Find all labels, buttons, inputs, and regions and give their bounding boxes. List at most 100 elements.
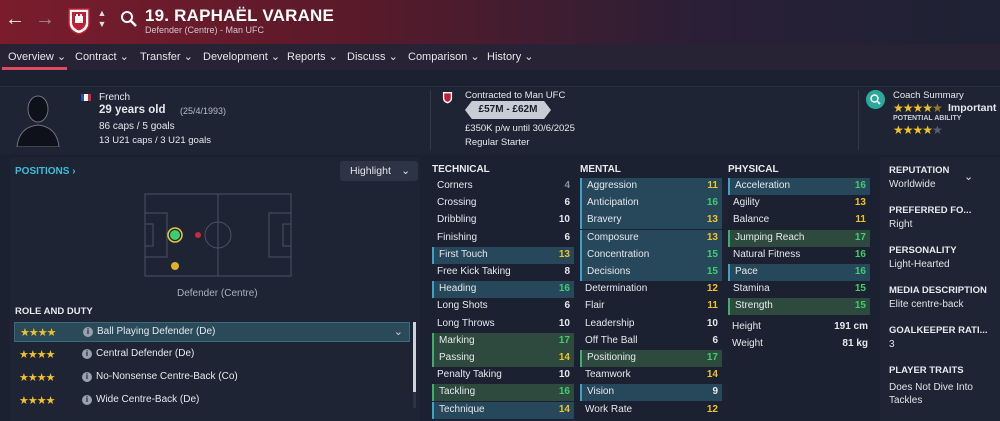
attribute-row-off-the-ball[interactable]: Off The Ball 6 [580, 333, 722, 350]
attribute-row-flair[interactable]: Flair 11 [580, 298, 722, 315]
highlight-dropdown[interactable]: Highlight ⌄ [340, 161, 418, 181]
attribute-name: Off The Ball [585, 334, 638, 346]
search-icon[interactable] [120, 10, 138, 28]
attribute-name: Dribbling [437, 214, 477, 226]
tab-discuss[interactable]: Discuss ⌄ [347, 50, 398, 63]
tab-history[interactable]: History ⌄ [487, 50, 534, 63]
roles-scrollbar-thumb[interactable] [413, 322, 416, 392]
attribute-row-finishing[interactable]: Finishing 6 [432, 230, 574, 247]
header-divider [858, 90, 859, 150]
weight-value: 81 kg [842, 338, 868, 349]
attribute-name: Balance [733, 214, 770, 226]
tab-overview[interactable]: Overview ⌄ [8, 50, 66, 63]
attribute-name: Tackling [439, 386, 476, 398]
transfer-value-badge[interactable]: £57M - £62M [465, 101, 551, 119]
attribute-row-balance[interactable]: Balance 11 [728, 212, 870, 229]
secondary-position-marker [171, 262, 179, 270]
attribute-name: Marking [439, 334, 475, 346]
nationality: French [99, 92, 131, 103]
attribute-row-dribbling[interactable]: Dribbling 10 [432, 212, 574, 229]
attribute-name: Penalty Taking [437, 369, 502, 381]
role-row[interactable]: ★★★★ i Central Defender (De) [14, 345, 410, 365]
attribute-value: 15 [706, 248, 718, 260]
role-and-duty-title: ROLE AND DUTY [15, 306, 93, 317]
player-traits-value: Does Not Dive Into Tackles [889, 382, 973, 406]
personality-label: PERSONALITY [889, 245, 957, 256]
attribute-row-strength[interactable]: Strength 15 [728, 298, 870, 316]
attribute-row-determination[interactable]: Determination 12 [580, 281, 722, 298]
role-row-selected[interactable]: ★★★★ i Ball Playing Defender (De) ⌄ [14, 322, 410, 342]
info-icon[interactable]: i [82, 395, 92, 405]
attribute-value: 16 [854, 266, 866, 277]
coach-summary-label: Coach Summary [893, 90, 964, 101]
tab-reports[interactable]: Reports ⌄ [287, 50, 338, 63]
goalkeeper-rating-label: GOALKEEPER RATI... [889, 325, 988, 336]
attribute-row-agility[interactable]: Agility 13 [728, 195, 870, 212]
info-icon[interactable]: i [82, 372, 92, 382]
date-of-birth: (25/4/1993) [180, 106, 227, 116]
role-row[interactable]: ★★★★ i No-Nonsense Centre-Back (Co) [14, 368, 410, 388]
attribute-row-first-touch[interactable]: First Touch 13 [432, 246, 574, 264]
back-arrow-icon[interactable]: ← [5, 9, 25, 29]
attribute-row-passing[interactable]: Passing 14 [432, 350, 574, 367]
attribute-name: Concentration [587, 248, 650, 260]
attribute-row-bravery[interactable]: Bravery 13 [580, 212, 722, 230]
attribute-row-leadership[interactable]: Leadership 10 [580, 316, 722, 333]
attribute-row-pace[interactable]: Pace 16 [728, 264, 870, 281]
attribute-name: Passing [439, 352, 475, 363]
attribute-value: 15 [854, 283, 866, 295]
coach-search-icon[interactable] [866, 90, 885, 109]
attribute-row-teamwork[interactable]: Teamwork 14 [580, 367, 722, 384]
attribute-row-acceleration[interactable]: Acceleration 16 [728, 178, 870, 195]
attribute-row-composure[interactable]: Composure 13 [580, 229, 722, 247]
info-icon[interactable]: i [83, 327, 93, 337]
attribute-row-aggression[interactable]: Aggression 11 [580, 178, 722, 195]
attribute-row-anticipation[interactable]: Anticipation 16 [580, 195, 722, 213]
attribute-row-corners[interactable]: Corners 4 [432, 178, 574, 195]
attribute-row-technique[interactable]: Technique 14 [432, 401, 574, 419]
attribute-value: 13 [706, 214, 718, 226]
attribute-value: 10 [558, 369, 570, 381]
attribute-row-free-kick-taking[interactable]: Free Kick Taking 8 [432, 264, 574, 281]
coach-summary-text: Important p [948, 102, 1000, 114]
attribute-row-crossing[interactable]: Crossing 6 [432, 195, 574, 212]
attribute-row-decisions[interactable]: Decisions 15 [580, 264, 722, 281]
player-switch-icon[interactable]: ▲ ▼ [96, 8, 108, 30]
info-icon[interactable]: i [82, 349, 92, 359]
current-position-marker [195, 232, 201, 238]
tab-transfer[interactable]: Transfer ⌄ [140, 50, 193, 63]
attribute-row-positioning[interactable]: Positioning 17 [580, 350, 722, 367]
attribute-row-concentration[interactable]: Concentration 15 [580, 246, 722, 264]
role-label: No-Nonsense Centre-Back (Co) [96, 371, 238, 382]
attribute-row-vision[interactable]: Vision 9 [580, 384, 722, 402]
attribute-row-work-rate[interactable]: Work Rate 12 [580, 402, 722, 419]
attribute-row-long-shots[interactable]: Long Shots 6 [432, 298, 574, 315]
attribute-value: 13 [558, 248, 570, 260]
tab-development[interactable]: Development ⌄ [203, 50, 280, 63]
potential-ability-label: POTENTIAL ABILITY [893, 115, 962, 122]
attribute-row-stamina[interactable]: Stamina 15 [728, 281, 870, 298]
reputation-label: REPUTATION [889, 165, 950, 176]
attribute-row-heading[interactable]: Heading 16 [432, 281, 574, 299]
tab-comparison[interactable]: Comparison ⌄ [408, 50, 480, 63]
forward-arrow-icon[interactable]: → [35, 9, 55, 29]
attribute-row-tackling[interactable]: Tackling 16 [432, 384, 574, 402]
role-row[interactable]: ★★★★ i Wide Centre-Back (De) [14, 391, 410, 411]
positions-title[interactable]: POSITIONS › [15, 166, 76, 177]
role-label: Central Defender (De) [96, 348, 195, 359]
attribute-row-marking[interactable]: Marking 17 [432, 332, 574, 350]
player-avatar [16, 95, 60, 147]
attribute-row-long-throws[interactable]: Long Throws 10 [432, 316, 574, 333]
attribute-name: Acceleration [735, 180, 791, 191]
tab-contract[interactable]: Contract ⌄ [75, 50, 129, 63]
attribute-value: 11 [855, 214, 866, 226]
preferred-foot-label: PREFERRED FO... [889, 205, 972, 216]
role-label: Ball Playing Defender (De) [97, 326, 216, 337]
attribute-row-natural-fitness[interactable]: Natural Fitness 16 [728, 247, 870, 264]
attribute-name: First Touch [439, 248, 488, 260]
attribute-row-jumping-reach[interactable]: Jumping Reach 17 [728, 229, 870, 247]
attribute-value: 17 [558, 334, 570, 346]
chevron-down-icon[interactable]: ⌄ [394, 325, 403, 338]
weight-label: Weight [732, 338, 763, 349]
attribute-row-penalty-taking[interactable]: Penalty Taking 10 [432, 367, 574, 384]
